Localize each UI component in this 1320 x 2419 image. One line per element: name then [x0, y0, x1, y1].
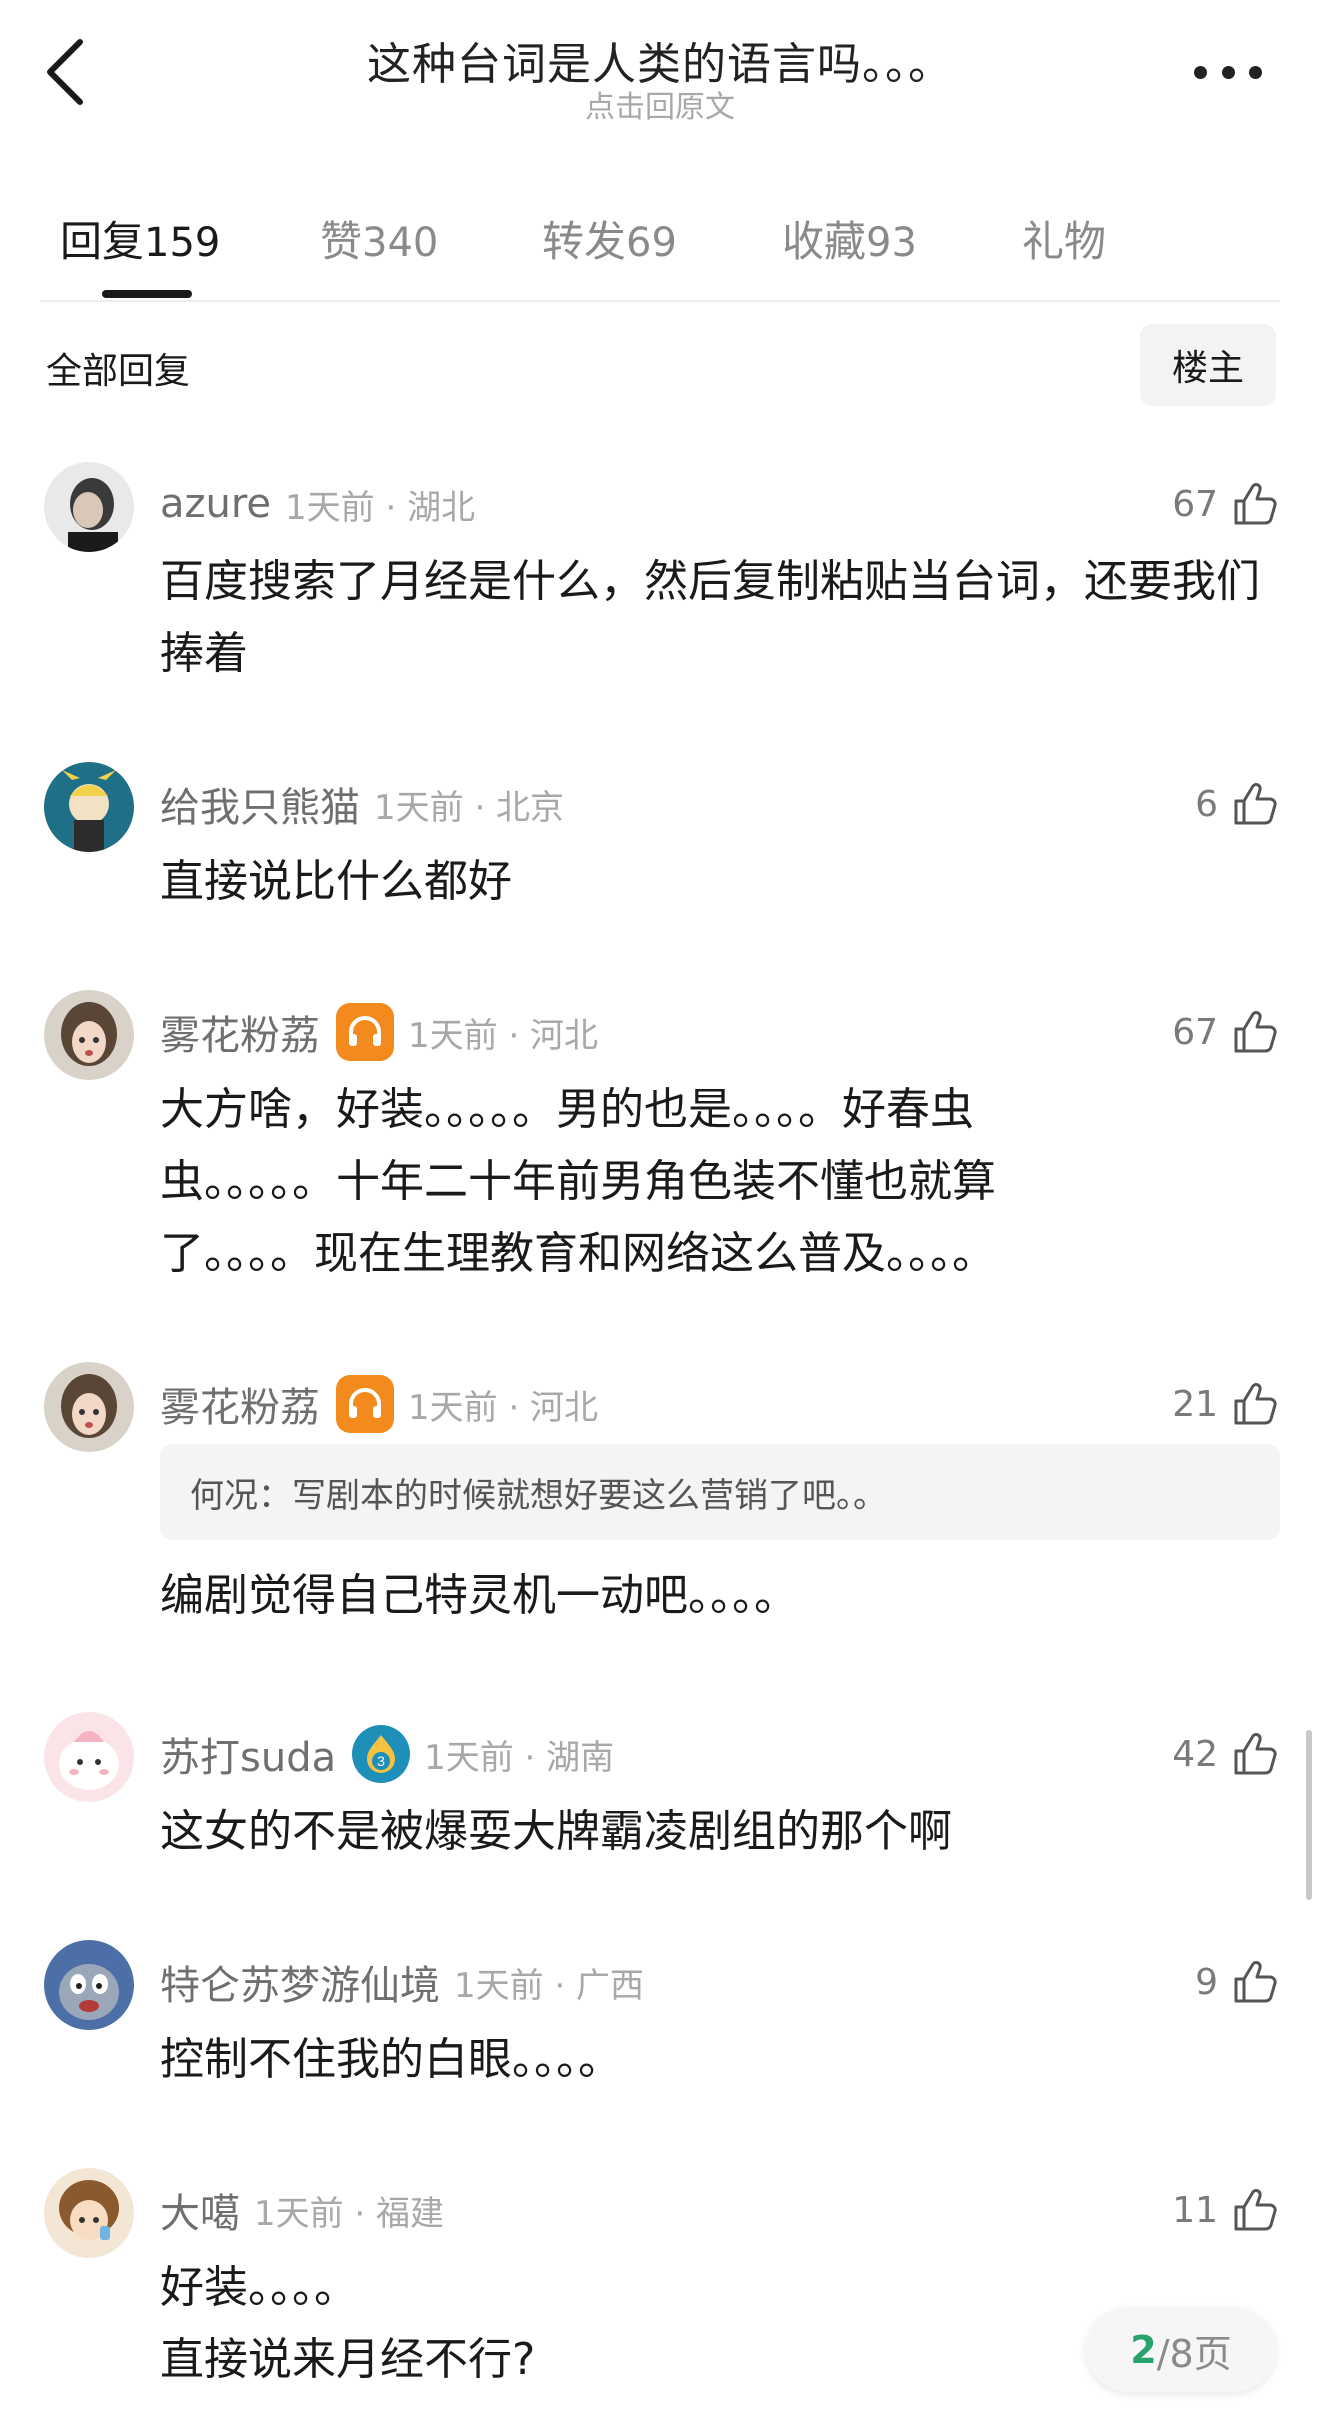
tab-label: 收藏 [782, 217, 867, 266]
tab-count: 340 [362, 220, 439, 266]
like-button[interactable]: 11 [1172, 2180, 1280, 2240]
user-avatar-image [44, 1712, 134, 1802]
like-count: 67 [1172, 483, 1218, 525]
avatar[interactable] [44, 1362, 134, 1452]
tab-count: 69 [626, 220, 677, 266]
poster-only-filter-button[interactable]: 楼主 [1140, 324, 1276, 406]
thumbs-up-icon [1234, 483, 1277, 525]
comment-meta: 大噶 1天前 · 福建 [160, 2182, 444, 2238]
quoted-reply[interactable]: 何况：写剧本的时候就想好要这么营销了吧。。 [160, 1444, 1280, 1540]
top-bar: 这种台词是人类的语言吗。。。 点击回原文 [0, 0, 1320, 140]
more-dot-icon [1249, 65, 1262, 79]
thumbs-up-icon [1234, 1961, 1277, 2003]
comment-meta: azure 1天前 · 湖北 [160, 476, 475, 532]
like-button[interactable]: 67 [1172, 474, 1280, 534]
comment-text: 控制不住我的白眼。。。。 [160, 2034, 622, 2085]
thumbs-up-icon [1234, 783, 1277, 825]
active-tab-indicator [102, 290, 192, 298]
current-page-number: 2 [1130, 2328, 1157, 2372]
like-count: 6 [1195, 783, 1218, 825]
thumbs-up-icon [1234, 1383, 1277, 1425]
comment-time-location: 1天前 · 湖南 [424, 1737, 615, 1778]
user-avatar-image [44, 462, 134, 552]
avatar[interactable] [44, 1712, 134, 1802]
tab-bar: 回复159 赞340 转发69 收藏93 礼物 [40, 200, 1280, 302]
comment-time-location: 1天前 · 北京 [374, 787, 565, 828]
avatar[interactable] [44, 462, 134, 552]
comment-time-location: 1天前 · 广西 [454, 1965, 645, 2006]
like-button[interactable]: 6 [1195, 774, 1280, 834]
music-badge-icon [336, 1003, 394, 1061]
like-button[interactable]: 67 [1172, 1002, 1280, 1062]
comment-time-location: 1天前 · 湖北 [285, 487, 476, 528]
comment-text: 这女的不是被爆耍大牌霸凌剧组的那个啊 [160, 1806, 952, 1857]
tab-label: 赞 [320, 217, 363, 266]
username[interactable]: 特仑苏梦游仙境 [160, 1953, 440, 2011]
more-dot-icon [1221, 65, 1235, 79]
like-count: 21 [1172, 1383, 1218, 1425]
comment-text: 百度搜索了月经是什么，然后复制粘贴当台词，还要我们捧着 [160, 556, 1260, 679]
tab-replies[interactable]: 回复159 [60, 208, 220, 269]
comment-time-location: 1天前 · 河北 [408, 1015, 599, 1056]
tab-label: 转发 [542, 217, 627, 266]
tab-count: 93 [866, 220, 917, 266]
like-count: 11 [1172, 2189, 1218, 2231]
tab-reposts[interactable]: 转发69 [542, 208, 677, 269]
total-pages-label: /8页 [1156, 2331, 1232, 2376]
all-replies-heading: 全部回复 [46, 351, 191, 392]
comment-meta: 给我只熊猫 1天前 · 北京 [160, 776, 564, 832]
thumbs-up-icon [1234, 2189, 1277, 2231]
user-avatar-image [44, 1940, 134, 2030]
page-indicator-button[interactable]: 2/8页 [1086, 2308, 1276, 2392]
username[interactable]: 苏打suda [160, 1725, 336, 1783]
avatar[interactable] [44, 990, 134, 1080]
tab-favorites[interactable]: 收藏93 [782, 208, 917, 269]
comment-meta: 雾花粉荔 1天前 · 河北 [160, 1375, 599, 1433]
like-count: 42 [1172, 1733, 1218, 1775]
more-dot-icon [1194, 65, 1207, 79]
user-avatar-image [44, 1362, 134, 1452]
username[interactable]: 大噶 [160, 2181, 240, 2239]
username[interactable]: 给我只熊猫 [160, 775, 360, 833]
avatar[interactable] [44, 762, 134, 852]
username[interactable]: 雾花粉荔 [160, 1375, 320, 1433]
user-avatar-image [44, 990, 134, 1080]
avatar[interactable] [44, 2168, 134, 2258]
username[interactable]: 雾花粉荔 [160, 1003, 320, 1061]
comment-text: 直接说比什么都好 [160, 856, 512, 907]
comment-time-location: 1天前 · 河北 [408, 1387, 599, 1428]
user-avatar-image [44, 2168, 134, 2258]
thumbs-up-icon [1234, 1733, 1277, 1775]
tab-gifts[interactable]: 礼物 [1022, 208, 1106, 269]
comment-text: 编剧觉得自己特灵机一动吧。。。。 [160, 1570, 798, 1621]
user-avatar-image [44, 762, 134, 852]
like-count: 67 [1172, 1011, 1218, 1053]
comment-time-location: 1天前 · 福建 [254, 2193, 445, 2234]
like-button[interactable]: 9 [1195, 1952, 1280, 2012]
thumbs-up-icon [1234, 1011, 1277, 1053]
comment-meta: 苏打suda 3 1天前 · 湖南 [160, 1725, 615, 1783]
tab-label: 礼物 [1022, 217, 1107, 266]
comment-meta: 雾花粉荔 1天前 · 河北 [160, 1003, 599, 1061]
like-button[interactable]: 42 [1172, 1724, 1280, 1784]
avatar[interactable] [44, 1940, 134, 2030]
back-to-original-link[interactable]: 点击回原文 [0, 82, 1320, 126]
comment-meta: 特仑苏梦游仙境 1天前 · 广西 [160, 1954, 644, 2010]
music-badge-icon [336, 1375, 394, 1433]
tab-likes[interactable]: 赞340 [320, 208, 438, 269]
username[interactable]: azure [160, 481, 271, 527]
scrollbar[interactable] [1306, 1730, 1312, 1900]
like-button[interactable]: 21 [1172, 1374, 1280, 1434]
level-3-badge-icon: 3 [352, 1725, 411, 1783]
tab-count: 159 [144, 220, 221, 266]
like-count: 9 [1195, 1961, 1218, 2003]
comment-text: 大方啥，好装。。。。。男的也是。。。。好春虫虫。。。。。十年二十年前男角色装不懂… [160, 1084, 996, 1279]
tab-label: 回复 [60, 217, 145, 266]
more-options-button[interactable] [1194, 52, 1262, 92]
svg-text:3: 3 [377, 1753, 385, 1769]
